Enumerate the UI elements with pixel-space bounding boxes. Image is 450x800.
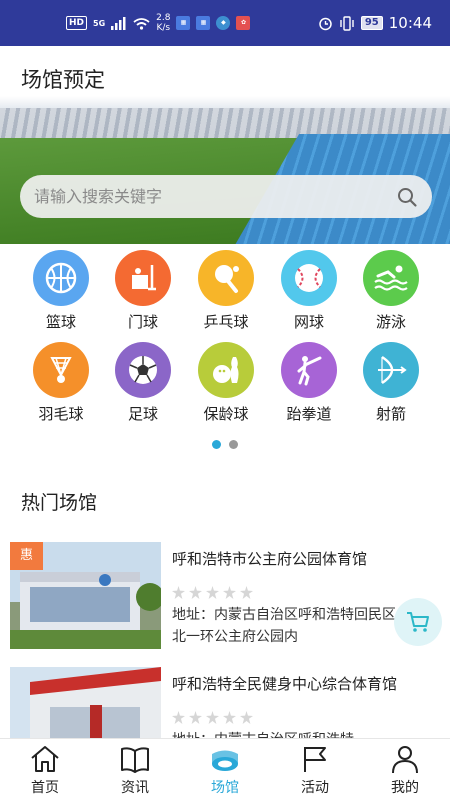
star-icon — [223, 711, 236, 724]
page-title: 场馆预定 — [21, 68, 105, 92]
star-icon — [206, 711, 219, 724]
hd-badge: HD — [66, 16, 88, 30]
bowling-icon — [198, 342, 254, 398]
tab-activities[interactable]: 活动 — [270, 739, 360, 800]
tab-label: 活动 — [301, 780, 329, 796]
category-swimming[interactable]: 游泳 — [351, 250, 431, 332]
venue-booking-screen: HD 5G 2.8 K/s ▦ ▦ ◆ ✿ 95 10:44 场馆预定 请输入搜… — [0, 0, 450, 800]
search-bar[interactable] — [20, 175, 432, 218]
gateball-icon — [115, 250, 171, 306]
venue-rating — [172, 711, 253, 724]
category-label: 乒乓球 — [203, 313, 249, 331]
hot-venues-title: 热门场馆 — [21, 492, 98, 514]
tab-venues[interactable]: 场馆 — [180, 739, 270, 800]
tab-label: 我的 — [391, 780, 419, 796]
category-gateball[interactable]: 门球 — [103, 250, 183, 332]
hero-banner: 场馆预定 — [0, 46, 450, 244]
venue-name[interactable]: 呼和浩特全民健身中心综合体育馆 — [172, 673, 442, 694]
category-ping-pong[interactable]: 乒乓球 — [186, 250, 266, 332]
category-label: 羽毛球 — [38, 405, 84, 423]
bottom-tab-bar: 首页 资讯 场馆 活动 我的 — [0, 738, 450, 800]
venue-card[interactable]: 惠 呼和浩特市公主府公园体育馆 地址：内蒙古自治区呼和浩特回民区北一环公主府公园… — [10, 542, 450, 652]
book-icon — [121, 747, 149, 773]
pager-dot-1[interactable] — [212, 440, 221, 449]
shield-icon: ◆ — [216, 16, 231, 30]
home-icon — [31, 746, 59, 772]
star-icon — [223, 586, 236, 599]
category-tennis[interactable]: 网球 — [269, 250, 349, 332]
taekwondo-icon — [281, 342, 337, 398]
flag-icon — [304, 747, 326, 772]
search-icon[interactable] — [396, 186, 418, 208]
swimming-icon — [363, 250, 419, 306]
discount-badge: 惠 — [10, 542, 43, 570]
stadium-icon — [212, 750, 238, 771]
venue-name[interactable]: 呼和浩特市公主府公园体育馆 — [172, 548, 442, 569]
tab-label: 资讯 — [121, 780, 149, 796]
category-label: 篮球 — [45, 313, 76, 331]
category-basketball[interactable]: 篮球 — [21, 250, 101, 332]
alarm-icon — [319, 17, 332, 30]
book-venue-button[interactable] — [394, 598, 442, 646]
category-label: 足球 — [127, 405, 158, 423]
category-badminton[interactable]: 羽毛球 — [21, 342, 101, 424]
venue-rating — [172, 586, 253, 599]
tennis-ball-icon — [281, 250, 337, 306]
clock: 10:44 — [388, 14, 432, 32]
tab-home[interactable]: 首页 — [0, 739, 90, 800]
status-bar: HD 5G 2.8 K/s ▦ ▦ ◆ ✿ 95 10:44 — [0, 0, 450, 46]
tab-label: 场馆 — [211, 780, 239, 796]
ping-pong-icon — [198, 250, 254, 306]
tab-news[interactable]: 资讯 — [90, 739, 180, 800]
speed-unit: K/s — [156, 23, 171, 33]
cart-icon — [407, 612, 429, 632]
category-archery[interactable]: 射箭 — [351, 342, 431, 424]
vibrate-icon — [340, 15, 354, 31]
person-icon — [392, 746, 418, 774]
star-icon — [172, 586, 185, 599]
category-taekwondo[interactable]: 跆拳道 — [269, 342, 349, 424]
category-label: 门球 — [127, 313, 158, 331]
category-pager — [0, 440, 450, 449]
star-icon — [240, 711, 253, 724]
gift-icon: ✿ — [236, 16, 251, 30]
network-type: 5G — [93, 18, 106, 28]
pager-dot-2[interactable] — [229, 440, 238, 449]
star-icon — [172, 711, 185, 724]
star-icon — [189, 586, 202, 599]
star-icon — [206, 586, 219, 599]
tab-label: 首页 — [31, 780, 59, 796]
star-icon — [240, 586, 253, 599]
category-label: 跆拳道 — [286, 405, 332, 423]
badminton-icon — [33, 342, 89, 398]
battery-level: 95 — [360, 16, 383, 30]
category-label: 网球 — [293, 313, 324, 331]
signal-icon — [111, 16, 126, 30]
basketball-icon — [33, 250, 89, 306]
category-label: 游泳 — [375, 313, 406, 331]
venue-photo: 惠 — [10, 542, 161, 649]
speed-value: 2.8 — [156, 13, 171, 23]
soccer-ball-icon — [115, 342, 171, 398]
category-bowling[interactable]: 保龄球 — [186, 342, 266, 424]
category-label: 保龄球 — [203, 405, 249, 423]
app-notification-icon: ▦ — [196, 16, 211, 30]
category-label: 射箭 — [375, 405, 406, 423]
sport-categories: 篮球 门球 乒乓球 网球 游泳 羽毛球 足球 保龄球 跆拳道 射箭 — [0, 244, 450, 434]
app-notification-icon: ▦ — [176, 16, 191, 30]
star-icon — [189, 711, 202, 724]
tab-profile[interactable]: 我的 — [360, 739, 450, 800]
archery-icon — [363, 342, 419, 398]
venue-address: 地址：内蒙古自治区呼和浩特回民区北一环公主府公园内 — [172, 607, 396, 645]
search-input[interactable] — [34, 187, 396, 206]
category-soccer[interactable]: 足球 — [103, 342, 183, 424]
wifi-icon — [133, 17, 150, 30]
network-speed: 2.8 K/s — [156, 13, 170, 33]
